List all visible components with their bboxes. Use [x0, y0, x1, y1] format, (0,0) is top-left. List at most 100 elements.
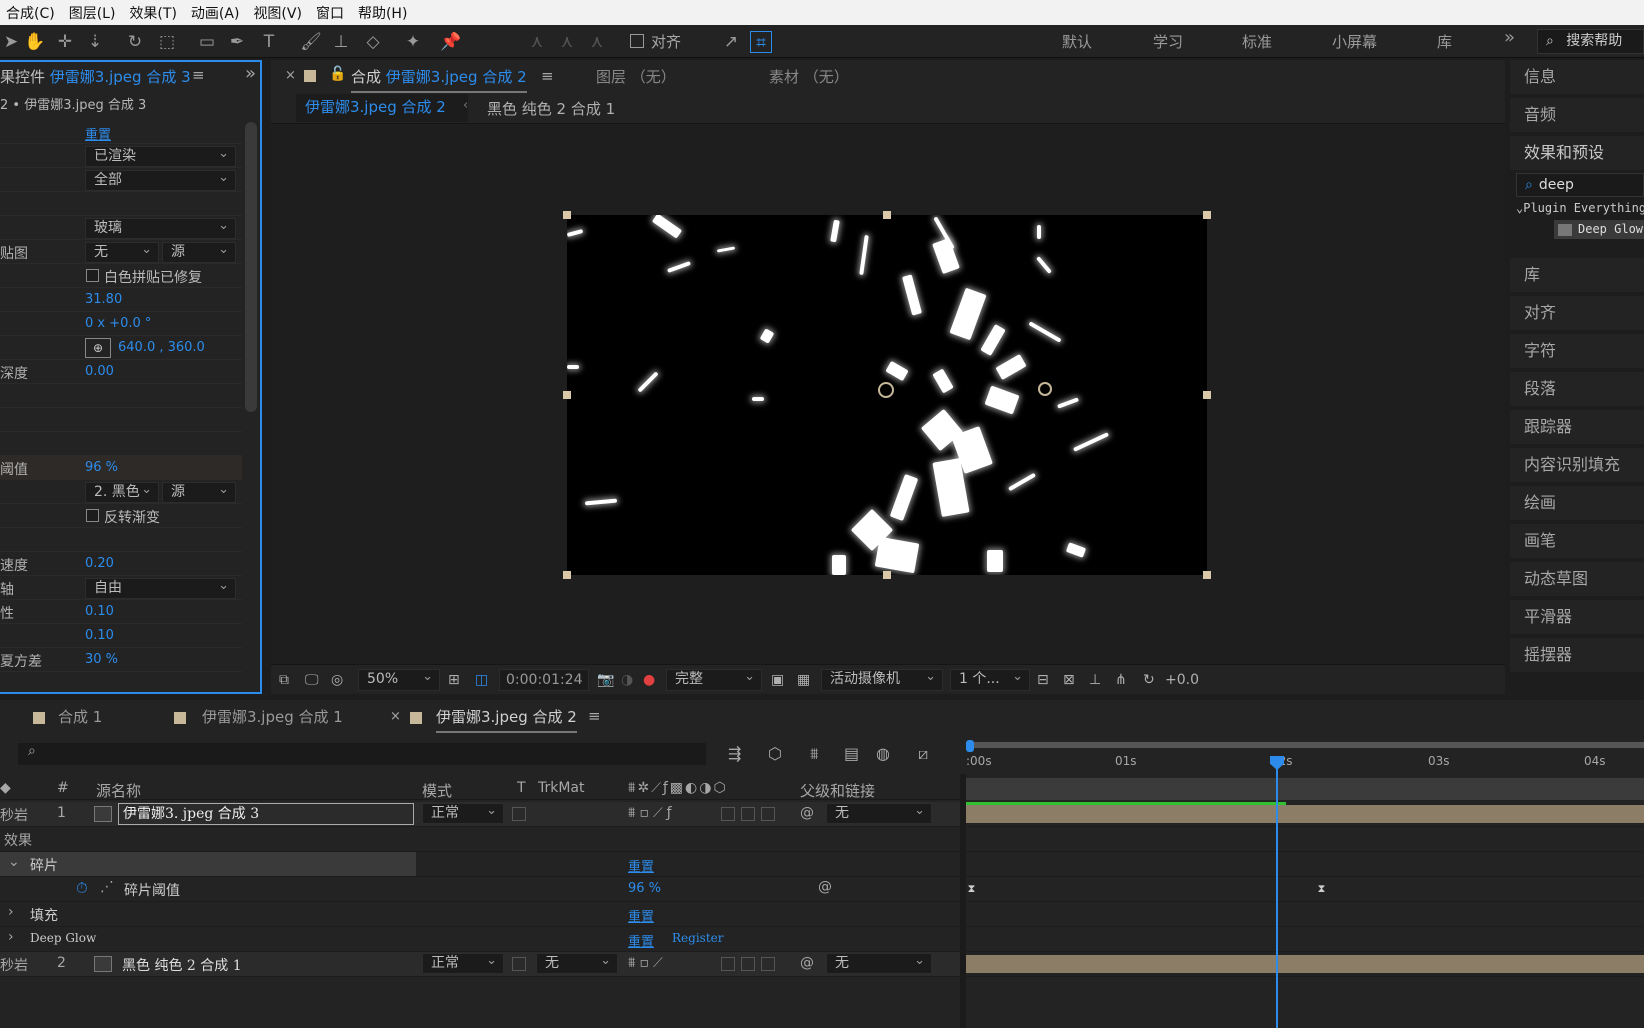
panel-align[interactable]: 对齐: [1510, 296, 1644, 332]
panel-info[interactable]: 信息: [1510, 60, 1644, 96]
timeline-link-icon[interactable]: ⊥: [1089, 669, 1101, 691]
custom-map-source-dropdown[interactable]: 源: [162, 240, 236, 263]
snap-icon[interactable]: ↗: [720, 31, 742, 53]
checker-icon[interactable]: ▦: [797, 669, 810, 691]
effect-item-deep-glow[interactable]: Deep Glow: [1554, 220, 1644, 239]
layer-mode-dropdown[interactable]: 正常: [422, 801, 504, 824]
effects-group-row[interactable]: 效果: [0, 827, 960, 852]
speed-value[interactable]: 0.20: [85, 556, 114, 571]
camera-dropdown[interactable]: 活动摄像机: [821, 667, 943, 691]
transform-handle[interactable]: [1203, 211, 1211, 219]
breadcrumb-next[interactable]: 黑色 纯色 2 合成 1: [487, 98, 615, 119]
timeline-tab-comp-irena2[interactable]: 伊雷娜3.jpeg 合成 2: [436, 706, 577, 733]
draft-3d-icon[interactable]: ⊠: [1063, 669, 1075, 691]
panel-paragraph[interactable]: 段落: [1510, 372, 1644, 408]
transform-handle[interactable]: [1203, 391, 1211, 399]
effect-fill-row[interactable]: › 填充 重置: [0, 902, 960, 927]
mask-visibility-icon[interactable]: ◎: [331, 669, 343, 691]
pick-whip-icon[interactable]: @: [800, 805, 814, 821]
transform-handle[interactable]: [563, 571, 571, 579]
workspace-standard[interactable]: 标准: [1242, 31, 1272, 52]
point-target-icon[interactable]: ⊕: [85, 338, 111, 358]
align-checkbox[interactable]: [630, 34, 644, 48]
layer-name-input[interactable]: 伊雷娜3. jpeg 合成 3: [118, 803, 414, 825]
switch-toggle[interactable]: [721, 807, 735, 821]
panel-expand-icon[interactable]: »: [245, 63, 256, 84]
custom-map-dropdown[interactable]: 无: [85, 240, 159, 263]
transform-handle[interactable]: [563, 391, 571, 399]
selection-tool-icon[interactable]: ➤: [0, 31, 22, 53]
chevron-right-icon[interactable]: ›: [8, 904, 14, 920]
pick-whip-icon[interactable]: @: [800, 955, 814, 971]
frame-blending-icon[interactable]: ▤: [844, 744, 859, 763]
tab-layer[interactable]: 图层 （无）: [596, 66, 676, 87]
pattern-dropdown[interactable]: 玻璃: [85, 216, 236, 239]
threshold-value[interactable]: 96 %: [85, 460, 118, 475]
shy-layers-icon[interactable]: ⩩: [810, 744, 819, 764]
tab-composition[interactable]: 合成 伊雷娜3.jpeg 合成 2: [351, 66, 527, 93]
layer-name[interactable]: 黑色 纯色 2 合成 1: [122, 955, 242, 975]
effect-shatter-row[interactable]: ⌄ 碎片 重置: [0, 852, 960, 877]
close-tab-icon[interactable]: ×: [390, 709, 401, 724]
panel-brushes[interactable]: 画笔: [1510, 524, 1644, 560]
hand-tool-icon[interactable]: ✋: [24, 31, 46, 53]
rotation-value[interactable]: 0 x +0.0 °: [85, 316, 151, 331]
effect-point-icon[interactable]: [1038, 382, 1052, 396]
panel-tracker[interactable]: 跟踪器: [1510, 410, 1644, 446]
timeline-search-input[interactable]: ⌕: [18, 743, 706, 765]
roto-brush-tool-icon[interactable]: ✦: [402, 31, 424, 53]
chevron-right-icon[interactable]: ›: [8, 929, 14, 945]
stopwatch-icon[interactable]: ⏱: [76, 879, 88, 897]
timeline-tab-comp-irena1[interactable]: 伊雷娜3.jpeg 合成 1: [202, 706, 343, 727]
reset-link[interactable]: 重置: [85, 124, 111, 143]
effect-deep-glow-row[interactable]: › Deep Glow 重置 Register: [0, 927, 960, 952]
pixel-aspect-icon[interactable]: ⊟: [1037, 669, 1049, 691]
position-value[interactable]: 640.0 , 360.0: [118, 340, 205, 355]
brush-tool-icon[interactable]: 🖌: [300, 31, 322, 53]
monitor-icon[interactable]: 🖵: [305, 669, 319, 691]
white-tiles-checkbox[interactable]: [86, 269, 99, 282]
layer-row-1[interactable]: 秒岩 1 伊雷娜3. jpeg 合成 3 正常 ⩩▫⟋ƒ @ 无: [0, 801, 960, 827]
workspace-library[interactable]: 库: [1437, 31, 1452, 52]
chevron-down-icon[interactable]: ⌄: [8, 854, 20, 870]
comp-mini-flowchart-icon[interactable]: ⇶: [728, 744, 741, 763]
flowchart-icon[interactable]: ⋔: [1115, 669, 1127, 691]
gradient-layer-dropdown[interactable]: 2. 黑色: [85, 480, 159, 503]
axis-dropdown[interactable]: 自由: [85, 576, 236, 599]
panel-content-aware-fill[interactable]: 内容识别填充: [1510, 448, 1644, 484]
layer-2-track[interactable]: [966, 952, 1644, 977]
region-of-interest-icon[interactable]: ⊞: [448, 669, 460, 691]
work-area-start[interactable]: [966, 740, 974, 752]
motion-blur-icon[interactable]: ◍: [876, 744, 890, 763]
menu-animation[interactable]: 动画(A): [191, 3, 240, 23]
switch-toggle[interactable]: [761, 957, 775, 971]
switch-toggle[interactable]: [741, 807, 755, 821]
breadcrumb-active[interactable]: 伊雷娜3.jpeg 合成 2: [296, 94, 468, 122]
rotate-tool-icon[interactable]: ↻: [124, 31, 146, 53]
expression-pickwhip-icon[interactable]: @: [818, 879, 832, 895]
layer-1-bar[interactable]: [966, 805, 1644, 823]
help-search-input[interactable]: ⌕ 搜索帮助: [1537, 29, 1644, 54]
show-snapshot-icon[interactable]: ◑: [621, 669, 633, 691]
panel-library[interactable]: 库: [1510, 258, 1644, 294]
transform-handle[interactable]: [883, 571, 891, 579]
parent-dropdown[interactable]: 无: [826, 801, 932, 824]
trkmat-dropdown[interactable]: 无: [536, 951, 618, 974]
graph-editor-icon[interactable]: ⧄: [918, 744, 928, 764]
depth-value[interactable]: 0.00: [85, 364, 114, 379]
fast-preview-icon[interactable]: ▣: [771, 669, 784, 691]
pan-tool-icon[interactable]: ⇣: [84, 31, 106, 53]
workspace-learn[interactable]: 学习: [1153, 31, 1183, 52]
viewer-menu-icon[interactable]: ≡: [541, 67, 554, 85]
fill-reset-link[interactable]: 重置: [628, 906, 654, 925]
zoom-dropdown[interactable]: 50%: [358, 667, 440, 691]
panel-audio[interactable]: 音频: [1510, 98, 1644, 134]
zoom-tool-icon[interactable]: ✛: [54, 31, 76, 53]
panel-effects-presets[interactable]: 效果和预设: [1510, 136, 1644, 172]
menu-window[interactable]: 窗口: [316, 3, 344, 23]
effects-search-input[interactable]: ⌕ deep: [1516, 173, 1644, 197]
shatter-threshold-track[interactable]: ⧗ ⧗: [966, 877, 1644, 902]
panel-menu-icon[interactable]: ≡: [192, 66, 205, 84]
view-dropdown[interactable]: 全部: [85, 168, 236, 191]
menu-composition[interactable]: 合成(C): [6, 3, 55, 23]
